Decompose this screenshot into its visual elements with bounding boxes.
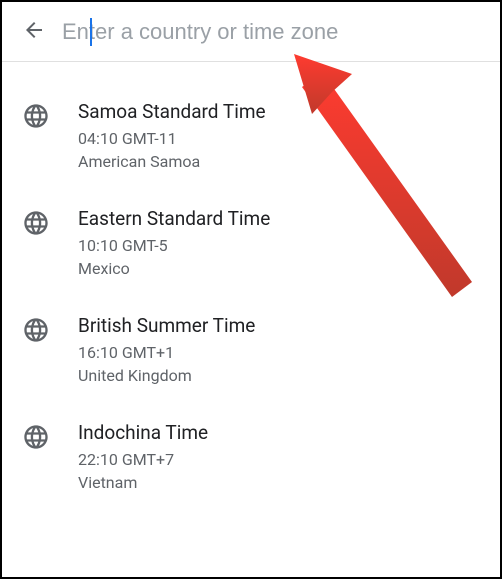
back-button[interactable] bbox=[10, 8, 58, 56]
timezone-country: Mexico bbox=[78, 259, 270, 278]
search-input[interactable] bbox=[58, 11, 492, 53]
text-cursor bbox=[90, 18, 92, 46]
timezone-country: United Kingdom bbox=[78, 366, 255, 385]
list-item[interactable]: Indochina Time 22:10 GMT+7 Vietnam bbox=[2, 403, 500, 510]
item-text: Eastern Standard Time 10:10 GMT-5 Mexico bbox=[78, 207, 270, 278]
list-item[interactable]: Samoa Standard Time 04:10 GMT-11 America… bbox=[2, 82, 500, 189]
item-text: British Summer Time 16:10 GMT+1 United K… bbox=[78, 314, 255, 385]
timezone-country: Vietnam bbox=[78, 473, 208, 492]
item-text: Indochina Time 22:10 GMT+7 Vietnam bbox=[78, 421, 208, 492]
timezone-time: 04:10 GMT-11 bbox=[78, 129, 266, 148]
globe-icon bbox=[22, 423, 50, 451]
timezone-name: Samoa Standard Time bbox=[78, 100, 266, 123]
timezone-time: 10:10 GMT-5 bbox=[78, 236, 270, 255]
item-text: Samoa Standard Time 04:10 GMT-11 America… bbox=[78, 100, 266, 171]
globe-icon bbox=[22, 316, 50, 344]
list-item[interactable]: British Summer Time 16:10 GMT+1 United K… bbox=[2, 296, 500, 403]
search-header bbox=[2, 2, 500, 62]
timezone-time: 22:10 GMT+7 bbox=[78, 450, 208, 469]
globe-icon bbox=[22, 102, 50, 130]
timezone-name: Indochina Time bbox=[78, 421, 208, 444]
timezone-name: Eastern Standard Time bbox=[78, 207, 270, 230]
timezone-time: 16:10 GMT+1 bbox=[78, 343, 255, 362]
back-arrow-icon bbox=[22, 18, 46, 45]
timezone-name: British Summer Time bbox=[78, 314, 255, 337]
list-item[interactable]: Eastern Standard Time 10:10 GMT-5 Mexico bbox=[2, 189, 500, 296]
timezone-list: Samoa Standard Time 04:10 GMT-11 America… bbox=[2, 62, 500, 510]
timezone-country: American Samoa bbox=[78, 152, 266, 171]
globe-icon bbox=[22, 209, 50, 237]
